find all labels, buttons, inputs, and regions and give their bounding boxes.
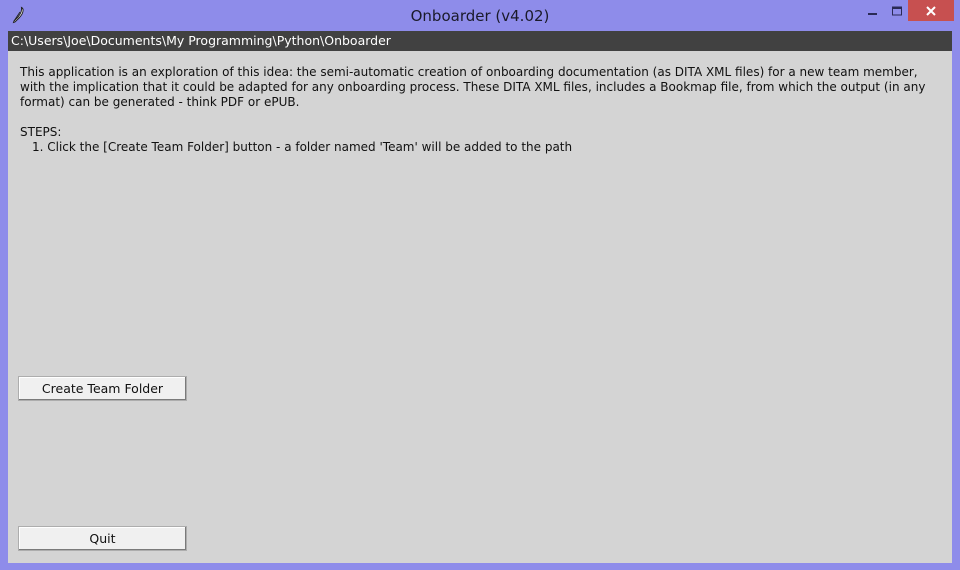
create-team-folder-button[interactable]: Create Team Folder bbox=[18, 376, 187, 401]
app-window: Onboarder (v4.02) C:\Users\Joe\Documents… bbox=[0, 0, 960, 570]
client-area: C:\Users\Joe\Documents\My Programming\Py… bbox=[8, 31, 952, 563]
minimize-icon bbox=[868, 12, 877, 15]
close-button[interactable] bbox=[908, 0, 954, 21]
description-paragraph: This application is an exploration of th… bbox=[20, 65, 926, 109]
close-icon bbox=[926, 5, 936, 16]
title-bar[interactable]: Onboarder (v4.02) bbox=[0, 0, 960, 31]
quit-button[interactable]: Quit bbox=[18, 526, 187, 551]
step-item: 1. Click the [Create Team Folder] button… bbox=[32, 140, 573, 154]
maximize-icon bbox=[892, 6, 902, 15]
path-label: C:\Users\Joe\Documents\My Programming\Py… bbox=[8, 31, 952, 51]
steps-heading: STEPS: bbox=[20, 125, 62, 139]
description-text: This application is an exploration of th… bbox=[20, 65, 940, 110]
minimize-button[interactable] bbox=[860, 0, 886, 21]
maximize-button[interactable] bbox=[886, 0, 908, 21]
window-title: Onboarder (v4.02) bbox=[410, 7, 550, 25]
